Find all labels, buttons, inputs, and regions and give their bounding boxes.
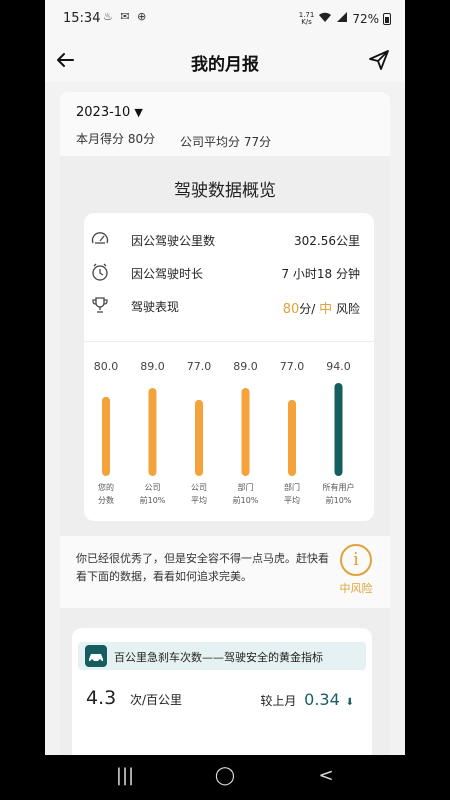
arrow-down-icon: ⬇ (345, 697, 354, 708)
stat-value: 7 小时18 分钟 (281, 267, 360, 281)
status-bar: 15:34 ♨ ✉ ⊕ 1.71 K/s 72% (45, 0, 405, 38)
chart-bar (195, 399, 203, 476)
performance-score-unit: 分/ (299, 302, 316, 316)
home-button[interactable]: ◯ (210, 765, 240, 789)
chart-category-label: 前10% (233, 495, 259, 505)
net-speed: 1.71 K/s (299, 11, 315, 26)
stat-row-duration: 因公驾驶时长 7 小时18 分钟 (84, 258, 374, 288)
period-value: 2023-10 (76, 105, 131, 120)
chart-category-label: 部门 (284, 482, 300, 492)
brake-banner: 百公里急刹车次数——驾驶安全的黄金指标 (78, 642, 366, 670)
driving-overview-section: 驾驶数据概览 因公驾驶公里数 302.56公里 因公驾驶时长 7 小时18 分钟… (60, 156, 390, 536)
status-right: 1.71 K/s 72% (299, 11, 391, 26)
page-title: 我的月报 (191, 55, 259, 75)
chart-bar (148, 387, 157, 476)
chart-category-label: 所有用户 (323, 482, 355, 492)
chart-category-label: 公司 (145, 483, 161, 492)
share-button[interactable] (365, 46, 393, 74)
caret-down-icon: ▼ (134, 106, 143, 119)
stat-label: 驾驶表现 (131, 300, 180, 314)
stat-label: 因公驾驶公里数 (131, 234, 216, 248)
chart-value-label: 89.0 (140, 360, 165, 373)
trophy-icon (92, 297, 108, 313)
system-nav-bar: ||| ◯ < (45, 755, 405, 800)
clock-icon (92, 263, 108, 281)
signal-icon (336, 11, 348, 26)
chart-category-label: 公司 (191, 483, 207, 492)
chart-category-label: 平均 (191, 495, 207, 505)
chart-bar (288, 399, 296, 476)
risk-badge: i 中风险 (330, 544, 382, 596)
compare-value: 0.34 (304, 690, 340, 709)
my-score: 本月得分 80分 (76, 132, 156, 146)
stat-label: 因公驾驶时长 (131, 267, 204, 281)
chart-category-label: 前10% (326, 495, 352, 505)
performance-level-unit: 风险 (332, 302, 360, 316)
wifi-icon (318, 11, 332, 26)
divider (84, 341, 374, 342)
chart-value-label: 80.0 (94, 360, 119, 373)
compare-label: 较上月 (260, 694, 297, 708)
chart-category-label: 平均 (284, 495, 300, 505)
chart-category-label: 您的 (98, 482, 114, 492)
back-icon: < (318, 765, 334, 786)
brake-section: 百公里急刹车次数——驾驶安全的黄金指标 4.3 次/百公里 较上月 0.34 ⬇ (60, 608, 390, 755)
performance-level: 中 (319, 302, 333, 317)
app-header: 我的月报 (45, 38, 405, 82)
period-dropdown[interactable]: 2023-10 ▼ (76, 105, 143, 120)
chart-value-label: 77.0 (280, 360, 305, 373)
chart-category-label: 分数 (98, 495, 114, 505)
home-icon: ◯ (214, 765, 236, 786)
battery-icon (383, 12, 391, 25)
company-average-score: 公司平均分 77分 (180, 135, 272, 149)
stat-value: 302.56公里 (294, 234, 360, 248)
chart-value-label: 77.0 (187, 360, 212, 373)
stat-row-performance: 驾驶表现 80分/ 中 风险 (84, 291, 374, 321)
send-icon (369, 50, 389, 70)
recent-apps-icon: ||| (115, 765, 135, 786)
app-screen: 15:34 ♨ ✉ ⊕ 1.71 K/s 72% 我的月报 2023-10 ▼ … (45, 0, 405, 755)
car-icon (85, 645, 107, 667)
notification-icons: ♨ ✉ ⊕ (103, 10, 149, 23)
chart-value-label: 94.0 (326, 360, 351, 373)
battery-percent: 72% (352, 11, 379, 26)
chart-bar (241, 387, 250, 476)
brake-compare: 较上月 0.34 ⬇ (260, 690, 354, 709)
chart-category-label: 部门 (238, 482, 254, 492)
stat-row-distance: 因公驾驶公里数 302.56公里 (84, 225, 374, 255)
performance-score: 80 (282, 302, 300, 317)
info-icon: i (340, 544, 372, 576)
hard-brake-card: 百公里急刹车次数——驾驶安全的黄金指标 4.3 次/百公里 较上月 0.34 ⬇ (72, 628, 372, 755)
performance-value: 80分/ 中 风险 (283, 298, 360, 317)
overview-title: 驾驶数据概览 (174, 181, 276, 201)
speedometer-icon (91, 232, 109, 244)
score-comparison-chart: 80.0 您的分数 89.0 公司前10% 77.0 公司平均 89.0 部门前10% 77.0… (94, 360, 355, 505)
encouragement-text: 你已经很优秀了，但是安全容不得一点马虎。赶快看看下面的数据，看看如何追求完美。 (76, 552, 329, 583)
monthly-report-card: 2023-10 ▼ 本月得分 80分 公司平均分 77分 驾驶数据概览 因公驾驶公… (60, 92, 390, 755)
overview-card: 因公驾驶公里数 302.56公里 因公驾驶时长 7 小时18 分钟 驾驶表现 8… (84, 213, 374, 521)
brake-unit: 次/百公里 (130, 693, 183, 707)
recent-apps-button[interactable]: ||| (110, 765, 140, 789)
status-time: 15:34 (63, 11, 101, 26)
chart-bar (334, 383, 343, 476)
risk-level-label: 中风险 (339, 582, 373, 595)
brake-banner-text: 百公里急刹车次数——驾驶安全的黄金指标 (114, 651, 323, 664)
chart-bar (102, 396, 110, 476)
chart-category-label: 前10% (140, 495, 166, 505)
brake-value: 4.3 (86, 687, 117, 709)
net-speed-unit: K/s (301, 17, 312, 26)
chart-value-label: 89.0 (233, 360, 258, 373)
system-back-button[interactable]: < (311, 765, 341, 789)
